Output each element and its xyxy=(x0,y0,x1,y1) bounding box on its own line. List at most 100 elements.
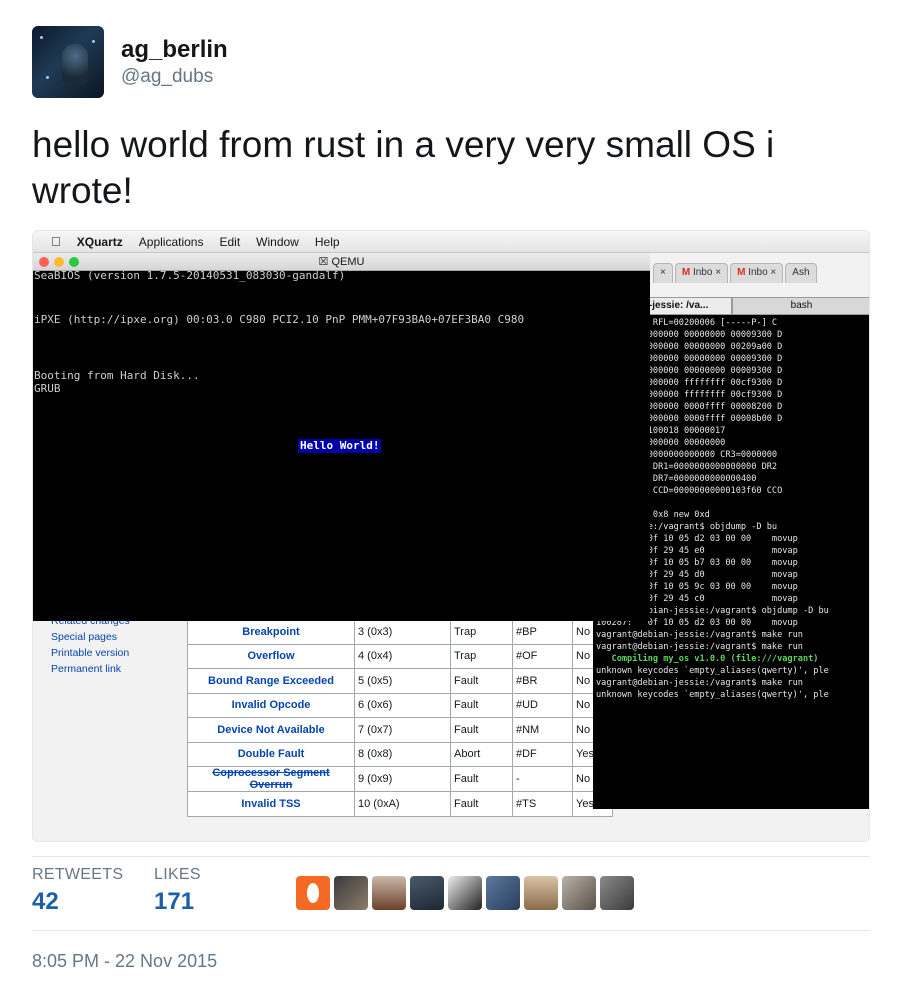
exceptions-table-row: Device Not Available 7 (0x7) Fault #NM No xyxy=(187,717,613,743)
close-dot-icon xyxy=(39,257,49,267)
exceptions-table-row: Invalid TSS 10 (0xA) Fault #TS Yes xyxy=(187,791,613,817)
browser-tab-label: Inbo × xyxy=(748,267,777,278)
apple-icon:  xyxy=(51,234,61,249)
egg-icon xyxy=(307,883,319,903)
browser-tab-label: Inbo × xyxy=(692,267,722,278)
exceptions-table-cell-type: Fault xyxy=(450,692,513,718)
gmail-icon: M xyxy=(737,267,746,278)
likes-count[interactable]: 171 xyxy=(154,888,194,916)
exceptions-table-cell-type: Fault xyxy=(450,766,513,792)
liker-avatar[interactable] xyxy=(448,876,482,910)
exceptions-table-cell-vector: 6 (0x6) xyxy=(354,692,451,718)
liker-avatar[interactable] xyxy=(334,876,368,910)
zoom-dot-icon xyxy=(69,257,79,267)
tweet-text: hello world from rust in a very very sma… xyxy=(32,124,775,211)
window-controls xyxy=(39,257,79,267)
browser-tab: Ash xyxy=(785,263,817,283)
console-line: GRUB xyxy=(34,382,61,395)
exceptions-table-row: Double Fault 8 (0x8) Abort #DF Yes xyxy=(187,741,613,767)
liker-avatar[interactable] xyxy=(562,876,596,910)
browser-tab: × xyxy=(653,263,673,283)
exceptions-table: Breakpoint 3 (0x3) Trap #BP No Overflow 4 (0x4… xyxy=(187,619,613,817)
exceptions-table-row: Breakpoint 3 (0x3) Trap #BP No xyxy=(187,619,613,645)
liker-avatar[interactable] xyxy=(524,876,558,910)
menubar-item: Help xyxy=(305,234,340,249)
wiki-sidebar-link: Printable version xyxy=(51,647,130,659)
wiki-sidebar-link: Special pages xyxy=(51,631,117,643)
exceptions-table-cell-name[interactable]: Coprocessor Segment Overrun xyxy=(187,766,355,792)
retweets-label[interactable]: RETWEETS xyxy=(32,866,123,884)
terminal-line: vagrant@debian-jessie:/vagrant$ make run xyxy=(596,642,803,652)
exceptions-table-cell-name[interactable]: Device Not Available xyxy=(187,717,355,743)
exceptions-table-cell-vector: 5 (0x5) xyxy=(354,668,451,694)
minimize-dot-icon xyxy=(54,257,64,267)
exceptions-table-cell-type: Abort xyxy=(450,741,513,767)
gmail-icon: M xyxy=(681,267,691,278)
tweet-timestamp[interactable]: 8:05 PM - 22 Nov 2015 xyxy=(32,951,217,972)
terminal-tab: bash xyxy=(732,297,869,315)
tweet-media-image[interactable]:  XQuartz Applications Edit Window Help … xyxy=(32,230,870,842)
exceptions-table-cell-vector: 4 (0x4) xyxy=(354,643,451,669)
likers-avatars xyxy=(296,876,634,910)
qemu-screen: SeaBIOS (version 1.7.5-20140531_083030-g… xyxy=(33,269,650,621)
browser-tab: M Inbo × xyxy=(730,263,784,283)
browser-tab: M Inbo × xyxy=(674,263,729,283)
exceptions-table-cell-vector: 10 (0xA) xyxy=(354,791,451,817)
user-avatar[interactable] xyxy=(32,26,104,98)
exceptions-table-row: Coprocessor Segment Overrun 9 (0x9) Fault -… xyxy=(187,766,613,792)
exceptions-table-cell-vector: 3 (0x3) xyxy=(354,619,451,645)
liker-avatar[interactable] xyxy=(486,876,520,910)
exceptions-table-cell-mnemonic: #NM xyxy=(512,717,573,743)
avatar-light xyxy=(92,40,95,43)
liker-avatar[interactable] xyxy=(600,876,634,910)
exceptions-table-cell-name[interactable]: Breakpoint xyxy=(187,619,355,645)
wiki-sidebar: Related changes Special pages Printable … xyxy=(33,613,183,677)
exceptions-table-cell-type: Trap xyxy=(450,643,513,669)
exceptions-table-cell-name[interactable]: Invalid Opcode xyxy=(187,692,355,718)
retweets-count[interactable]: 42 xyxy=(32,888,59,916)
exceptions-table-cell-mnemonic: #BR xyxy=(512,668,573,694)
liker-avatar[interactable] xyxy=(372,876,406,910)
wiki-sidebar-link: Permanent link xyxy=(51,663,122,675)
console-line: Booting from Hard Disk... xyxy=(34,369,200,382)
user-handle[interactable]: @ag_dubs xyxy=(121,66,213,88)
console-line: iPXE (http://ipxe.org) 00:03.0 C980 PCI2… xyxy=(34,313,525,326)
exceptions-table-cell-name[interactable]: Bound Range Exceeded xyxy=(187,668,355,694)
qemu-title: QEMU xyxy=(331,256,365,268)
exceptions-table-cell-vector: 8 (0x8) xyxy=(354,741,451,767)
divider xyxy=(32,856,870,857)
exceptions-table-cell-vector: 7 (0x7) xyxy=(354,717,451,743)
hello-world-text: Hello World! xyxy=(298,439,382,453)
terminal-line: vagrant@debian-jessie:/vagrant$ make run xyxy=(596,630,803,640)
exceptions-table-cell-vector: 9 (0x9) xyxy=(354,766,451,792)
avatar-light xyxy=(46,76,49,79)
terminal-line: vagrant@debian-jessie:/vagrant$ make run xyxy=(596,678,803,688)
liker-avatar[interactable] xyxy=(410,876,444,910)
exceptions-table-row: Overflow 4 (0x4) Trap #OF No xyxy=(187,643,613,669)
exceptions-table-cell-mnemonic: #TS xyxy=(512,791,573,817)
exceptions-table-cell-name[interactable]: Overflow xyxy=(187,643,355,669)
console-line: SeaBIOS (version 1.7.5-20140531_083030-g… xyxy=(34,269,346,282)
exceptions-table-cell-mnemonic: #BP xyxy=(512,619,573,645)
avatar-light xyxy=(40,36,43,39)
user-name[interactable]: ag_berlin xyxy=(121,36,228,64)
browser-tabstrip: × M Inbo × M Inbo × Ash xyxy=(653,263,869,283)
exceptions-table-cell-name[interactable]: Double Fault xyxy=(187,741,355,767)
terminal-line: unknown keycodes `empty_aliases(qwerty)'… xyxy=(596,666,829,676)
exceptions-table-cell-mnemonic: - xyxy=(512,766,573,792)
menubar-item: Applications xyxy=(129,234,204,249)
exceptions-table-cell-type: Trap xyxy=(450,619,513,645)
avatar-figure xyxy=(62,44,88,84)
exceptions-table-cell-mnemonic: #UD xyxy=(512,692,573,718)
likes-label[interactable]: LIKES xyxy=(154,866,201,884)
divider xyxy=(32,930,870,931)
x11-icon: ☒ xyxy=(318,256,329,268)
macos-menubar:  XQuartz Applications Edit Window Help xyxy=(33,231,869,253)
tab-close-icon: × xyxy=(660,267,666,278)
liker-avatar[interactable] xyxy=(296,876,330,910)
exceptions-table-cell-type: Fault xyxy=(450,668,513,694)
exceptions-table-cell-mnemonic: #OF xyxy=(512,643,573,669)
exceptions-table-cell-type: Fault xyxy=(450,791,513,817)
exceptions-table-cell-name[interactable]: Invalid TSS xyxy=(187,791,355,817)
terminal-line: unknown keycodes `empty_aliases(qwerty)'… xyxy=(596,690,829,700)
